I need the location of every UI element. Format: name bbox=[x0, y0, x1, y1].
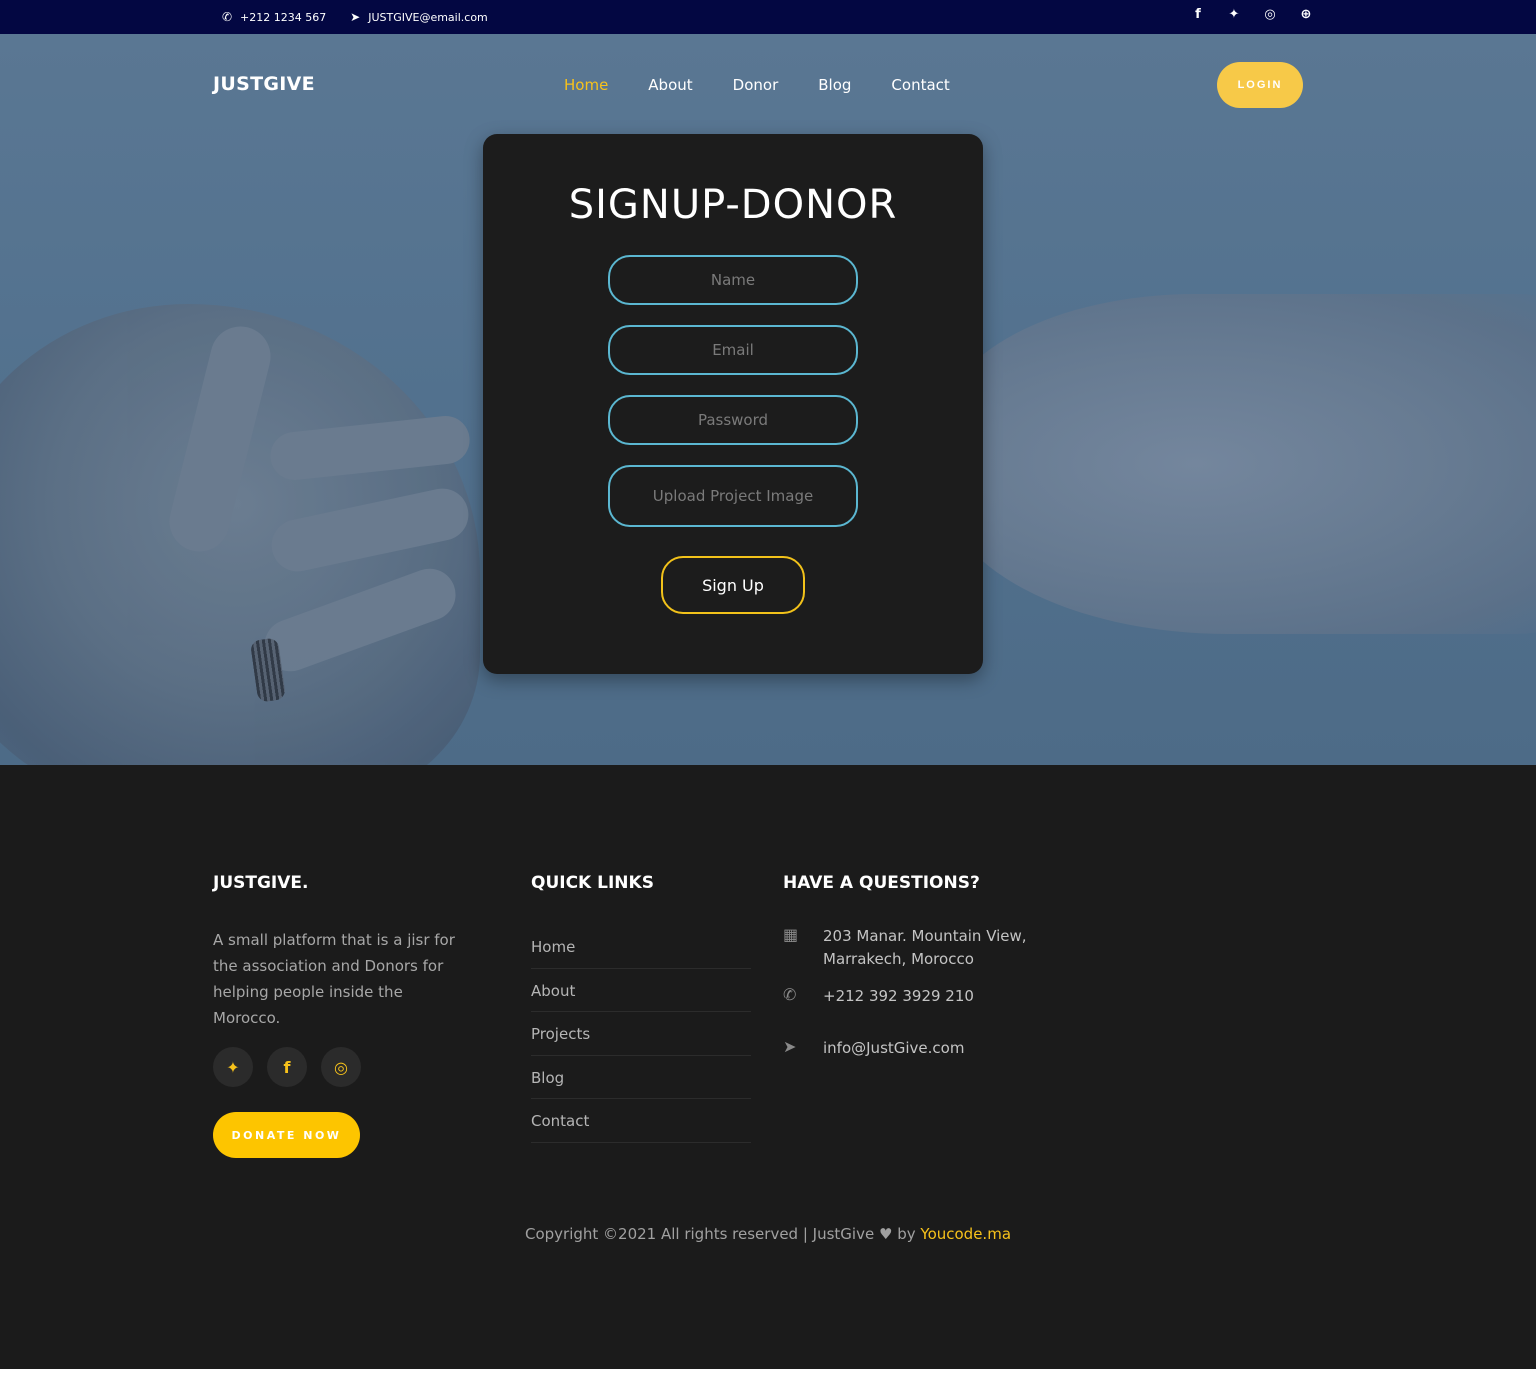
dribbble-icon[interactable]: ⊕ bbox=[1298, 7, 1314, 22]
quick-link-blog[interactable]: Blog bbox=[531, 1056, 751, 1099]
footer-about-text: A small platform that is a jisr for the … bbox=[213, 931, 455, 1027]
top-bar: ✆ +212 1234 567 ➤ JUSTGIVE@email.com f ✦… bbox=[0, 0, 1536, 34]
signup-button[interactable]: Sign Up bbox=[661, 556, 805, 614]
login-button[interactable]: LOGIN bbox=[1217, 62, 1303, 108]
instagram-icon[interactable]: ◎ bbox=[321, 1047, 361, 1087]
phone-icon: ✆ bbox=[783, 985, 797, 1004]
main-nav: Home About Donor Blog Contact bbox=[564, 76, 950, 94]
quick-link-about[interactable]: About bbox=[531, 969, 751, 1012]
facebook-icon[interactable]: f bbox=[1190, 7, 1206, 22]
phone-icon: ✆ bbox=[221, 10, 233, 24]
phone-text[interactable]: +212 392 3929 210 bbox=[823, 985, 974, 1008]
donate-now-button[interactable]: DONATE NOW bbox=[213, 1112, 360, 1158]
footer-brand: JUSTGIVE. bbox=[213, 873, 309, 893]
twitter-icon[interactable]: ✦ bbox=[1226, 7, 1242, 22]
quick-links: Home About Projects Blog Contact bbox=[531, 925, 751, 1143]
paper-plane-icon: ➤ bbox=[350, 10, 361, 24]
email-input[interactable]: Email bbox=[608, 325, 858, 375]
nav-item-contact[interactable]: Contact bbox=[891, 76, 949, 94]
paper-plane-icon: ➤ bbox=[783, 1037, 797, 1056]
map-icon: ▦ bbox=[783, 925, 799, 944]
topbar-phone: +212 1234 567 bbox=[240, 10, 327, 24]
hero-background-right-hand bbox=[940, 294, 1536, 634]
address-text: 203 Manar. Mountain View, Marrakech, Mor… bbox=[823, 927, 1027, 968]
footer-address: ▦ 203 Manar. Mountain View, Marrakech, M… bbox=[783, 925, 1043, 971]
quick-link-home[interactable]: Home bbox=[531, 925, 751, 969]
quick-links-title: QUICK LINKS bbox=[531, 873, 654, 893]
password-input[interactable]: Password bbox=[608, 395, 858, 445]
quick-link-projects[interactable]: Projects bbox=[531, 1012, 751, 1056]
topbar-contact: ✆ +212 1234 567 ➤ JUSTGIVE@email.com bbox=[220, 10, 488, 24]
questions-title: HAVE A QUESTIONS? bbox=[783, 873, 980, 893]
instagram-icon[interactable]: ◎ bbox=[1262, 7, 1278, 22]
facebook-icon[interactable]: f bbox=[267, 1047, 307, 1087]
footer: JUSTGIVE. A small platform that is a jis… bbox=[0, 765, 1536, 1369]
topbar-social: f ✦ ◎ ⊕ bbox=[1190, 7, 1314, 22]
nav-item-about[interactable]: About bbox=[648, 76, 692, 94]
footer-email: ➤ info@JustGive.com bbox=[783, 1037, 964, 1060]
copyright-by: by bbox=[897, 1225, 916, 1243]
email-text[interactable]: info@JustGive.com bbox=[823, 1037, 964, 1060]
copyright-text: Copyright ©2021 All rights reserved | Ju… bbox=[524, 1225, 875, 1243]
twitter-icon[interactable]: ✦ bbox=[213, 1047, 253, 1087]
topbar-email[interactable]: JUSTGIVE@email.com bbox=[368, 11, 488, 24]
copyright: Copyright ©2021 All rights reserved | Ju… bbox=[0, 1225, 1536, 1243]
signup-card: SIGNUP-DONOR Name Email Password Upload … bbox=[483, 134, 983, 674]
nav-item-home[interactable]: Home bbox=[564, 76, 608, 94]
youcode-link[interactable]: Youcode.ma bbox=[920, 1225, 1011, 1243]
upload-image-input[interactable]: Upload Project Image bbox=[608, 465, 858, 527]
footer-phone: ✆ +212 392 3929 210 bbox=[783, 985, 974, 1008]
quick-link-contact[interactable]: Contact bbox=[531, 1099, 751, 1143]
site-logo[interactable]: JUSTGIVE bbox=[213, 73, 315, 95]
hero-background-left-hand bbox=[0, 304, 480, 765]
nav-item-blog[interactable]: Blog bbox=[818, 76, 851, 94]
heart-icon: ♥ bbox=[878, 1225, 893, 1243]
signup-title: SIGNUP-DONOR bbox=[568, 182, 898, 228]
nav-item-donor[interactable]: Donor bbox=[733, 76, 779, 94]
name-input[interactable]: Name bbox=[608, 255, 858, 305]
